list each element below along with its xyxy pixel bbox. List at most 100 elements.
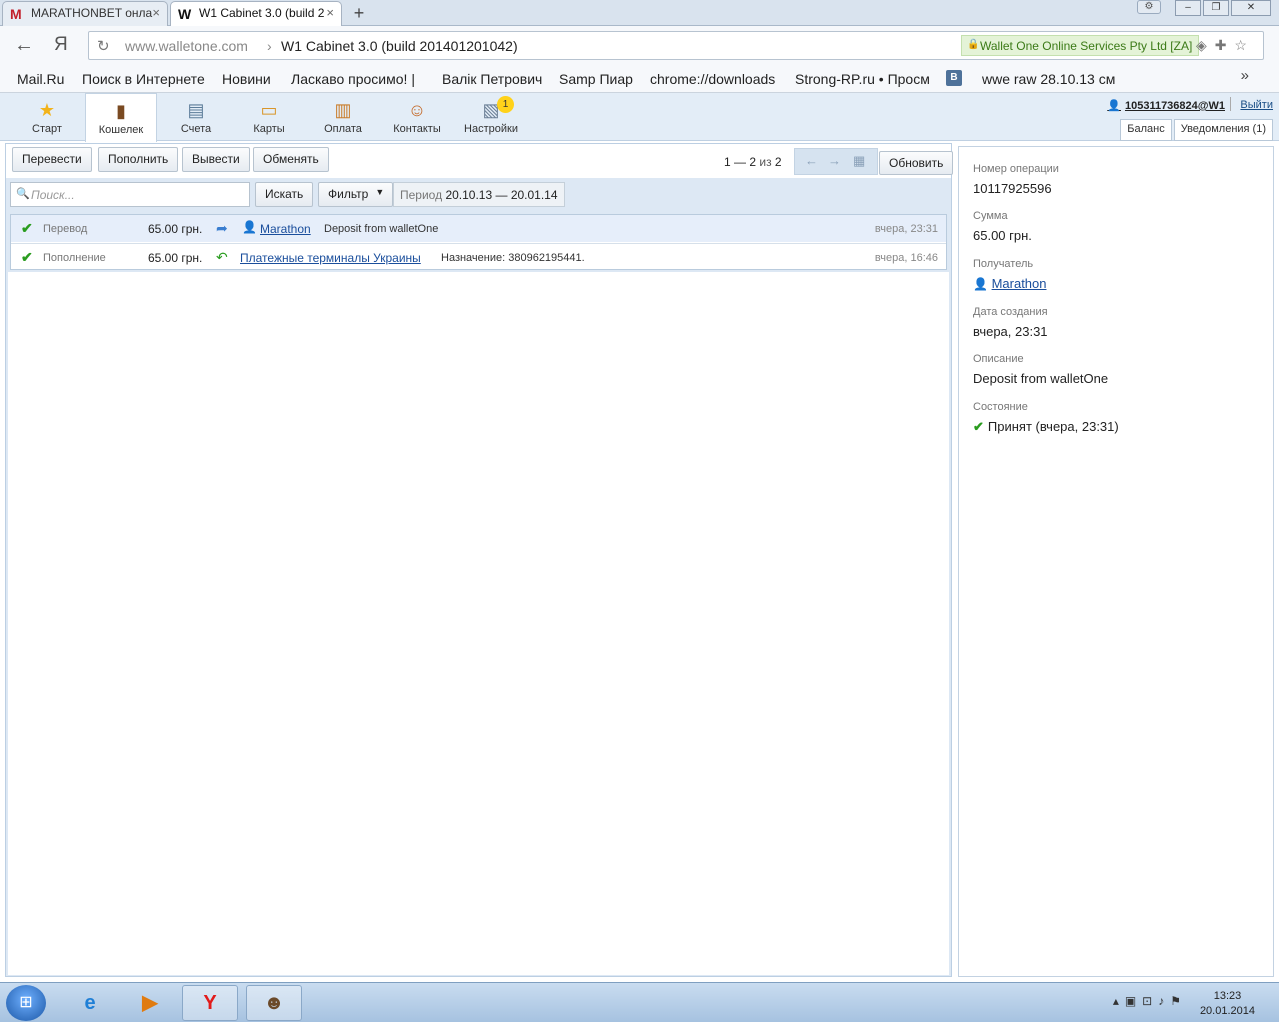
bookmark-item[interactable]: Samp Пиар bbox=[559, 71, 633, 87]
bookmarks-bar: Mail.Ru Поиск в Интернете Новини Ласкаво… bbox=[0, 64, 1279, 93]
tab-marathonbet[interactable]: M MARATHONBET онла × bbox=[2, 1, 168, 26]
transaction-amount: 65.00 грн. bbox=[148, 222, 203, 236]
star-icon: ★ bbox=[38, 100, 56, 120]
detail-label: Дата создания bbox=[973, 306, 1048, 318]
tab-balance[interactable]: Баланс bbox=[1120, 119, 1172, 141]
nav-payment[interactable]: ▥ Оплата bbox=[307, 93, 379, 141]
nav-label: Настройки bbox=[464, 123, 518, 135]
contacts-icon: ☺ bbox=[407, 100, 427, 120]
transaction-row[interactable]: ✔ Перевод 65.00 грн. ➦ 👤 Marathon Deposi… bbox=[11, 215, 946, 242]
bookmark-item[interactable]: Mail.Ru bbox=[17, 71, 64, 87]
tab-w1-cabinet[interactable]: W W1 Cabinet 3.0 (build 2 × bbox=[170, 1, 342, 27]
system-clock[interactable]: 13:23 20.01.2014 bbox=[1200, 989, 1255, 1019]
windows-start-button[interactable]: ⊞ bbox=[6, 985, 46, 1021]
incoming-arrow-icon: ↶ bbox=[216, 249, 228, 265]
bookmark-item[interactable]: Валік Петрович bbox=[442, 71, 542, 87]
pager-info: 1 — 2 из 2 bbox=[724, 155, 782, 169]
ie-icon[interactable]: e bbox=[62, 985, 118, 1021]
nav-contacts[interactable]: ☺ Контакты bbox=[381, 93, 453, 141]
nav-start[interactable]: ★ Старт bbox=[11, 93, 83, 141]
reload-icon[interactable]: ↻ bbox=[97, 37, 110, 55]
search-input[interactable]: 🔍 Поиск... bbox=[10, 182, 250, 207]
counterparty-link[interactable]: Платежные терминалы Украины bbox=[240, 251, 421, 265]
search-icon: 🔍 bbox=[16, 188, 30, 200]
browser-navbar: ← Я ↻ www.walletone.com › W1 Cabinet 3.0… bbox=[0, 26, 1279, 64]
nav-wallet[interactable]: ▮ Кошелек bbox=[85, 93, 157, 142]
filter-label: Фильтр bbox=[328, 187, 369, 201]
filter-dropdown[interactable]: Фильтр ▼ bbox=[318, 182, 394, 207]
window-controls: – ❐ ✕ bbox=[1173, 0, 1271, 16]
game-icon[interactable]: ☻ bbox=[246, 985, 302, 1021]
yandex-browser-icon[interactable]: Y bbox=[182, 985, 238, 1021]
bookmark-item[interactable]: Ласкаво просимо! | bbox=[291, 71, 415, 87]
nav-invoices[interactable]: ▤ Счета bbox=[160, 93, 232, 141]
close-icon[interactable]: × bbox=[152, 5, 160, 20]
transactions-panel: Перевести Пополнить Вывести Обменять 1 —… bbox=[5, 143, 954, 977]
period-selector[interactable]: Период 20.10.13 — 20.01.14 bbox=[393, 182, 565, 207]
counterparty-link[interactable]: Marathon bbox=[260, 222, 311, 236]
app-toolbar: ★ Старт ▮ Кошелек ▤ Счета ▭ Карты ▥ Опла… bbox=[0, 93, 1279, 142]
withdraw-button[interactable]: Вывести bbox=[182, 147, 250, 172]
pager-of: из bbox=[759, 155, 772, 169]
detail-value: 65.00 грн. bbox=[973, 228, 1032, 243]
yandex-icon[interactable]: Я bbox=[54, 34, 68, 56]
pager-range: 1 — 2 bbox=[724, 155, 757, 169]
tab-title: MARATHONBET онла bbox=[31, 6, 153, 20]
export-icon[interactable]: ▦ bbox=[853, 153, 865, 169]
bookmark-item[interactable]: wwe raw 28.10.13 см bbox=[982, 71, 1115, 87]
refresh-button[interactable]: Обновить bbox=[879, 151, 954, 175]
media-player-icon[interactable]: ▶ bbox=[122, 985, 178, 1021]
detail-label: Получатель bbox=[973, 258, 1034, 270]
user-account-link[interactable]: 👤 105311736824@W1 bbox=[1107, 99, 1225, 112]
restore-button[interactable]: ❐ bbox=[1203, 0, 1229, 16]
address-bar[interactable]: ↻ www.walletone.com › W1 Cabinet 3.0 (bu… bbox=[88, 31, 1264, 60]
detail-amount: Сумма 65.00 грн. bbox=[973, 210, 1032, 243]
bookmark-item[interactable]: chrome://downloads bbox=[650, 71, 775, 87]
detail-status: Состояние ✔ Принят (вчера, 23:31) bbox=[973, 401, 1119, 435]
search-button[interactable]: Искать bbox=[255, 182, 314, 207]
pager-total: 2 bbox=[774, 155, 782, 169]
search-placeholder: Поиск... bbox=[31, 188, 75, 202]
transactions-list: ✔ Перевод 65.00 грн. ➦ 👤 Marathon Deposi… bbox=[10, 214, 947, 270]
topup-button[interactable]: Пополнить bbox=[98, 147, 179, 172]
nav-settings[interactable]: ▧ Настройки 1 bbox=[455, 93, 527, 141]
payment-icon: ▥ bbox=[334, 100, 352, 120]
transaction-description: Deposit from walletOne bbox=[324, 223, 439, 235]
close-window-button[interactable]: ✕ bbox=[1231, 0, 1271, 16]
nav-cards[interactable]: ▭ Карты bbox=[233, 93, 305, 141]
omnibox-action-icons[interactable]: ◈✚☆ bbox=[1196, 37, 1255, 54]
bookmark-item[interactable]: Strong-RP.ru • Просм bbox=[795, 71, 930, 87]
detail-label: Номер операции bbox=[973, 163, 1059, 175]
windows-taskbar: ⊞ e ▶ Y ☻ ▴▣⊡♪⚑ 13:23 20.01.2014 bbox=[0, 982, 1279, 1022]
more-bookmarks-chevron-icon[interactable]: » bbox=[1241, 67, 1249, 84]
walletone-favicon: W bbox=[178, 6, 192, 22]
detail-label: Описание bbox=[973, 353, 1024, 365]
status-text: Принят (вчера, 23:31) bbox=[987, 419, 1119, 434]
transfer-button[interactable]: Перевести bbox=[12, 147, 92, 172]
logout-link[interactable]: Выйти bbox=[1240, 99, 1273, 111]
minimize-button[interactable]: – bbox=[1175, 0, 1201, 16]
bookmark-item[interactable]: Новини bbox=[222, 71, 271, 87]
back-arrow-icon[interactable]: ← bbox=[14, 34, 34, 57]
url-host: www.walletone.com bbox=[125, 38, 248, 54]
recipient-link[interactable]: Marathon bbox=[992, 276, 1047, 291]
user-icon: 👤 bbox=[1107, 100, 1121, 112]
ev-certificate-badge[interactable]: 🔒 Wallet One Online Services Pty Ltd [ZA… bbox=[961, 35, 1200, 56]
marathonbet-favicon: M bbox=[10, 6, 22, 22]
pager-controls: ← → ▦ bbox=[794, 148, 878, 175]
bookmark-item[interactable]: Поиск в Интернете bbox=[82, 71, 205, 87]
settings-gear-icon[interactable]: ⚙ bbox=[1137, 0, 1161, 14]
transaction-row[interactable]: ✔ Пополнение 65.00 грн. ↶ Платежные терм… bbox=[11, 243, 946, 270]
detail-value: 10117925596 bbox=[973, 181, 1052, 196]
exchange-button[interactable]: Обменять bbox=[253, 147, 329, 172]
system-tray-icons[interactable]: ▴▣⊡♪⚑ bbox=[1113, 994, 1187, 1008]
vk-icon[interactable]: В bbox=[946, 70, 962, 86]
close-icon[interactable]: × bbox=[326, 5, 334, 20]
prev-page-arrow-icon[interactable]: ← bbox=[805, 153, 818, 168]
transaction-description: Назначение: 380962195441. bbox=[441, 252, 585, 264]
new-tab-button[interactable]: + bbox=[346, 2, 372, 24]
next-page-arrow-icon[interactable]: → bbox=[828, 153, 841, 168]
period-value: 20.10.13 — 20.01.14 bbox=[445, 188, 558, 202]
tab-notifications[interactable]: Уведомления (1) bbox=[1173, 119, 1273, 141]
url-separator: › bbox=[267, 38, 272, 54]
